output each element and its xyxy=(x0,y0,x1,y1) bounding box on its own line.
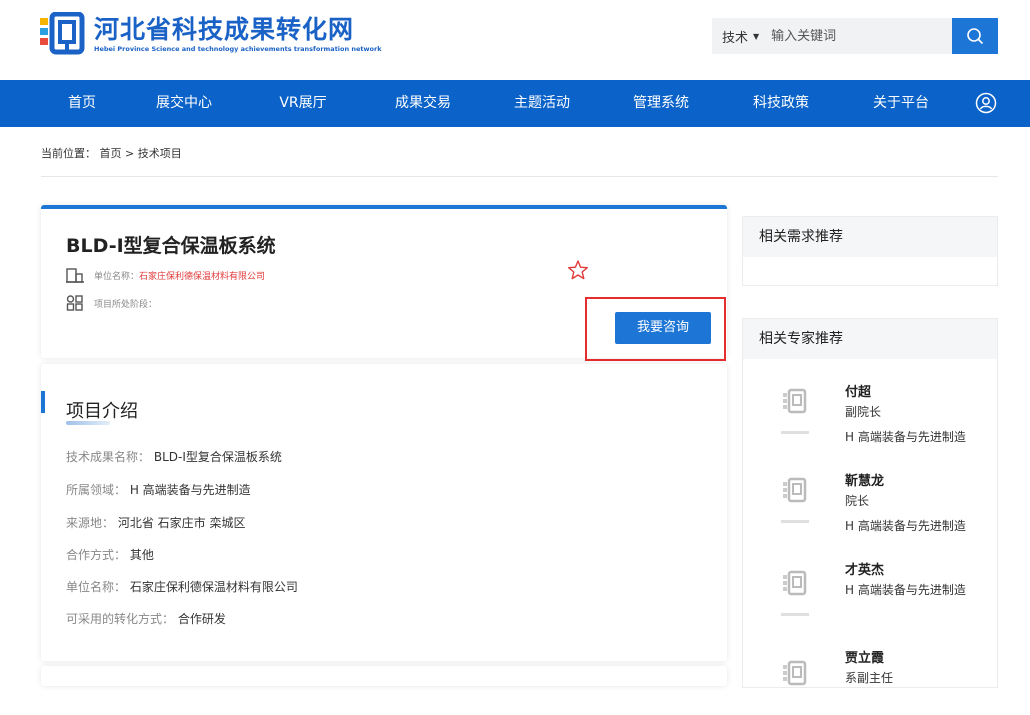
info-value: H 高端装备与先进制造 xyxy=(129,483,251,497)
search-bar: 技术 ▼ xyxy=(712,18,998,54)
no-photo-icon xyxy=(783,660,807,686)
star-outline-icon[interactable] xyxy=(567,259,589,281)
expert-name: 靳慧龙 xyxy=(845,474,885,489)
info-key: 所属领域： xyxy=(66,483,127,497)
project-stage-label: 项目所处阶段： xyxy=(94,299,158,310)
breadcrumb-label: 当前位置： xyxy=(41,147,96,160)
grid-icon xyxy=(66,295,83,311)
expert-name: 才英杰 xyxy=(845,563,885,578)
expert-name: 付超 xyxy=(845,385,872,400)
section-accent-bar xyxy=(41,391,45,413)
expert-field: H 高端装备与先进制造 xyxy=(845,430,966,444)
no-photo-icon xyxy=(781,477,809,523)
logo-icon xyxy=(40,12,85,55)
intro-title: 项目介绍 xyxy=(66,401,138,422)
project-unit-value[interactable]: 石家庄保利德保温材料有限公司 xyxy=(139,269,265,282)
demand-panel: 相关需求推荐 xyxy=(742,216,998,286)
expert-position: 院长 xyxy=(845,494,870,508)
expert-field: H 高端装备与先进制造 xyxy=(845,519,966,533)
info-value: 合作研发 xyxy=(177,612,226,626)
divider xyxy=(41,176,998,177)
building-icon xyxy=(66,268,84,283)
expert-panel: 相关专家推荐 付超 副院长 H 高端装备与先进制造 靳慧龙 院长 H 高端装备与… xyxy=(742,318,998,688)
info-value: BLD-I型复合保温板系统 xyxy=(153,450,282,464)
site-header: 河北省科技成果转化网 Hebei Province Science and te… xyxy=(0,0,1030,80)
nav-item-exhibition[interactable]: 展交中心 xyxy=(156,80,212,127)
info-key: 单位名称： xyxy=(66,580,127,594)
main-nav: 首页 展交中心 VR展厅 成果交易 主题活动 管理系统 科技政策 关于平台 xyxy=(0,80,1030,127)
project-title: BLD-I型复合保温板系统 xyxy=(66,235,276,257)
breadcrumb-separator: > xyxy=(125,147,135,160)
expert-field: H 高端装备与先进制造 xyxy=(845,583,966,597)
nav-item-home[interactable]: 首页 xyxy=(68,80,96,127)
next-card xyxy=(41,666,727,686)
info-row-field: 所属领域： H 高端装备与先进制造 xyxy=(66,481,251,498)
info-value: 河北省 石家庄市 栾城区 xyxy=(117,516,246,530)
nav-item-about[interactable]: 关于平台 xyxy=(873,80,929,127)
info-row-transfer: 可采用的转化方式： 合作研发 xyxy=(66,610,226,627)
nav-item-policy[interactable]: 科技政策 xyxy=(753,80,809,127)
search-type-label: 技术 xyxy=(722,30,749,46)
consult-button[interactable]: 我要咨询 xyxy=(615,312,711,344)
nav-item-management[interactable]: 管理系统 xyxy=(633,80,689,127)
info-row-name: 技术成果名称： BLD-I型复合保温板系统 xyxy=(66,448,282,465)
breadcrumb-current: 技术项目 xyxy=(137,147,182,160)
project-card: BLD-I型复合保温板系统 单位名称： 石家庄保利德保温材料有限公司 项目所处阶… xyxy=(41,205,727,361)
expert-name: 贾立霞 xyxy=(845,651,885,666)
user-circle-icon[interactable] xyxy=(975,92,997,114)
intro-card: 项目介绍 技术成果名称： BLD-I型复合保温板系统 所属领域： H 高端装备与… xyxy=(41,364,727,661)
title-underline xyxy=(66,421,110,425)
no-photo-icon xyxy=(781,570,809,616)
search-icon xyxy=(967,28,984,45)
info-row-origin: 来源地： 河北省 石家庄市 栾城区 xyxy=(66,514,245,531)
nav-item-activities[interactable]: 主题活动 xyxy=(514,80,570,127)
breadcrumb-home[interactable]: 首页 xyxy=(100,147,122,160)
project-stage: 项目所处阶段： xyxy=(66,295,157,311)
expert-position: 副院长 xyxy=(845,405,882,419)
site-logo[interactable]: 河北省科技成果转化网 Hebei Province Science and te… xyxy=(38,12,382,56)
info-key: 技术成果名称： xyxy=(66,450,151,464)
info-key: 可采用的转化方式： xyxy=(66,612,175,626)
expert-title: 相关专家推荐 xyxy=(743,319,997,359)
info-row-cooperation: 合作方式： 其他 xyxy=(66,546,154,563)
search-type-dropdown[interactable]: 技术 ▼ xyxy=(722,27,759,46)
project-unit: 单位名称： 石家庄保利德保温材料有限公司 xyxy=(66,267,265,283)
caret-down-icon: ▼ xyxy=(753,31,760,41)
breadcrumb: 当前位置： 首页 > 技术项目 xyxy=(41,145,182,161)
info-value: 石家庄保利德保温材料有限公司 xyxy=(129,580,298,594)
nav-item-trading[interactable]: 成果交易 xyxy=(395,80,451,127)
info-key: 合作方式： xyxy=(66,548,127,562)
demand-title: 相关需求推荐 xyxy=(743,217,997,257)
site-title: 河北省科技成果转化网 xyxy=(94,14,355,44)
no-photo-icon xyxy=(781,388,809,434)
info-key: 来源地： xyxy=(66,516,115,530)
info-value: 其他 xyxy=(129,548,154,562)
nav-item-vr-hall[interactable]: VR展厅 xyxy=(279,80,326,127)
search-button[interactable] xyxy=(952,18,998,54)
site-subtitle: Hebei Province Science and technology ac… xyxy=(94,44,382,53)
info-row-unit: 单位名称： 石家庄保利德保温材料有限公司 xyxy=(66,578,298,595)
search-input[interactable] xyxy=(771,28,942,44)
project-unit-label: 单位名称： xyxy=(94,271,140,282)
